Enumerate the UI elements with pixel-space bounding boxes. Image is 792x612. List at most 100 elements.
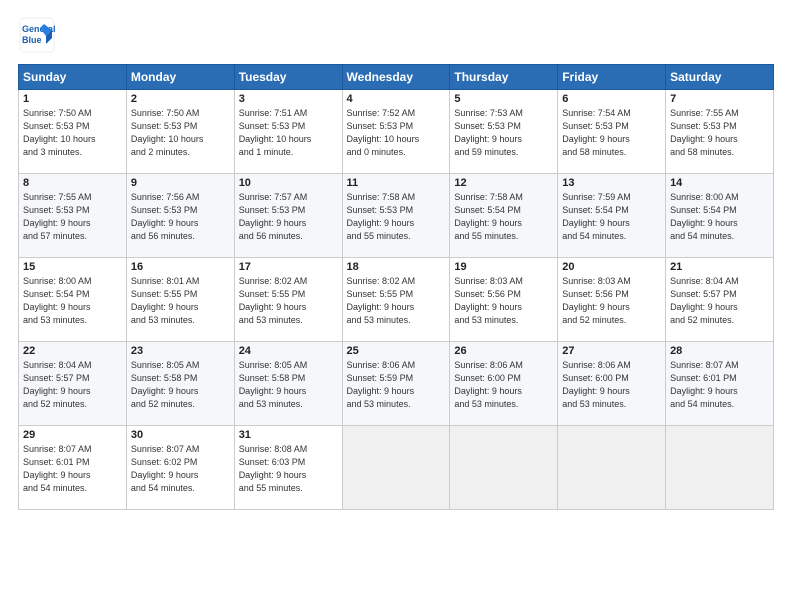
calendar-cell: 28 Sunrise: 8:07 AM Sunset: 6:01 PM Dayli… (666, 342, 774, 426)
day-info: Sunrise: 8:04 AM Sunset: 5:57 PM Dayligh… (670, 275, 769, 327)
day-info: Sunrise: 8:07 AM Sunset: 6:02 PM Dayligh… (131, 443, 230, 495)
day-number: 2 (131, 93, 230, 105)
day-number: 20 (562, 261, 661, 273)
calendar-week-1: 1 Sunrise: 7:50 AM Sunset: 5:53 PM Daylig… (19, 90, 774, 174)
day-number: 26 (454, 345, 553, 357)
day-number: 17 (239, 261, 338, 273)
day-info: Sunrise: 7:58 AM Sunset: 5:53 PM Dayligh… (347, 191, 446, 243)
day-info: Sunrise: 7:59 AM Sunset: 5:54 PM Dayligh… (562, 191, 661, 243)
day-number: 12 (454, 177, 553, 189)
day-info: Sunrise: 8:05 AM Sunset: 5:58 PM Dayligh… (239, 359, 338, 411)
day-number: 6 (562, 93, 661, 105)
calendar-cell: 31 Sunrise: 8:08 AM Sunset: 6:03 PM Dayli… (234, 426, 342, 510)
day-number: 25 (347, 345, 446, 357)
day-number: 28 (670, 345, 769, 357)
day-number: 29 (23, 429, 122, 441)
day-info: Sunrise: 8:00 AM Sunset: 5:54 PM Dayligh… (670, 191, 769, 243)
calendar-cell: 16 Sunrise: 8:01 AM Sunset: 5:55 PM Dayli… (126, 258, 234, 342)
day-number: 14 (670, 177, 769, 189)
calendar-cell: 15Sunrise: 8:00 AM Sunset: 5:54 PM Dayli… (19, 258, 127, 342)
day-info: Sunrise: 7:58 AM Sunset: 5:54 PM Dayligh… (454, 191, 553, 243)
calendar-week-5: 29 Sunrise: 8:07 AM Sunset: 6:01 PM Dayli… (19, 426, 774, 510)
day-number: 7 (670, 93, 769, 105)
weekday-header-friday: Friday (558, 65, 666, 90)
calendar-cell: 9 Sunrise: 7:56 AM Sunset: 5:53 PM Daylig… (126, 174, 234, 258)
calendar-table: SundayMondayTuesdayWednesdayThursdayFrid… (18, 64, 774, 510)
day-number: 10 (239, 177, 338, 189)
day-info: Sunrise: 8:03 AM Sunset: 5:56 PM Dayligh… (454, 275, 553, 327)
day-number: 11 (347, 177, 446, 189)
day-number: 5 (454, 93, 553, 105)
day-number: 21 (670, 261, 769, 273)
day-info: Sunrise: 8:02 AM Sunset: 5:55 PM Dayligh… (239, 275, 338, 327)
day-info: Sunrise: 8:08 AM Sunset: 6:03 PM Dayligh… (239, 443, 338, 495)
day-info: Sunrise: 8:01 AM Sunset: 5:55 PM Dayligh… (131, 275, 230, 327)
day-info: Sunrise: 7:52 AM Sunset: 5:53 PM Dayligh… (347, 107, 446, 159)
day-number: 27 (562, 345, 661, 357)
calendar-week-2: 8Sunrise: 7:55 AM Sunset: 5:53 PM Daylig… (19, 174, 774, 258)
calendar-cell: 25 Sunrise: 8:06 AM Sunset: 5:59 PM Dayli… (342, 342, 450, 426)
calendar-cell: 10 Sunrise: 7:57 AM Sunset: 5:53 PM Dayli… (234, 174, 342, 258)
day-number: 19 (454, 261, 553, 273)
day-info: Sunrise: 7:55 AM Sunset: 5:53 PM Dayligh… (670, 107, 769, 159)
day-number: 23 (131, 345, 230, 357)
day-number: 3 (239, 93, 338, 105)
day-number: 4 (347, 93, 446, 105)
calendar-cell: 24 Sunrise: 8:05 AM Sunset: 5:58 PM Dayli… (234, 342, 342, 426)
day-info: Sunrise: 8:07 AM Sunset: 6:01 PM Dayligh… (670, 359, 769, 411)
calendar-cell: 7 Sunrise: 7:55 AM Sunset: 5:53 PM Daylig… (666, 90, 774, 174)
calendar-week-3: 15Sunrise: 8:00 AM Sunset: 5:54 PM Dayli… (19, 258, 774, 342)
calendar-cell: 21 Sunrise: 8:04 AM Sunset: 5:57 PM Dayli… (666, 258, 774, 342)
day-info: Sunrise: 7:57 AM Sunset: 5:53 PM Dayligh… (239, 191, 338, 243)
calendar-cell: 2 Sunrise: 7:50 AM Sunset: 5:53 PM Daylig… (126, 90, 234, 174)
calendar-cell: 18Sunrise: 8:02 AM Sunset: 5:55 PM Dayli… (342, 258, 450, 342)
day-info: Sunrise: 8:05 AM Sunset: 5:58 PM Dayligh… (131, 359, 230, 411)
day-number: 1 (23, 93, 122, 105)
calendar-cell: 17 Sunrise: 8:02 AM Sunset: 5:55 PM Dayli… (234, 258, 342, 342)
logo: General Blue (18, 16, 56, 54)
day-number: 9 (131, 177, 230, 189)
calendar-cell: 11 Sunrise: 7:58 AM Sunset: 5:53 PM Dayli… (342, 174, 450, 258)
calendar-cell: 13 Sunrise: 7:59 AM Sunset: 5:54 PM Dayli… (558, 174, 666, 258)
day-number: 30 (131, 429, 230, 441)
day-info: Sunrise: 8:07 AM Sunset: 6:01 PM Dayligh… (23, 443, 122, 495)
calendar-cell (666, 426, 774, 510)
day-info: Sunrise: 8:00 AM Sunset: 5:54 PM Dayligh… (23, 275, 122, 327)
calendar-cell: 19 Sunrise: 8:03 AM Sunset: 5:56 PM Dayli… (450, 258, 558, 342)
calendar-cell: 12 Sunrise: 7:58 AM Sunset: 5:54 PM Dayli… (450, 174, 558, 258)
day-info: Sunrise: 7:56 AM Sunset: 5:53 PM Dayligh… (131, 191, 230, 243)
calendar-cell: 1Sunrise: 7:50 AM Sunset: 5:53 PM Daylig… (19, 90, 127, 174)
calendar-cell: 14 Sunrise: 8:00 AM Sunset: 5:54 PM Dayli… (666, 174, 774, 258)
calendar-cell: 30 Sunrise: 8:07 AM Sunset: 6:02 PM Dayli… (126, 426, 234, 510)
logo-icon: General Blue (18, 16, 56, 54)
day-info: Sunrise: 7:53 AM Sunset: 5:53 PM Dayligh… (454, 107, 553, 159)
weekday-header-row: SundayMondayTuesdayWednesdayThursdayFrid… (19, 65, 774, 90)
calendar-body: 1 Sunrise: 7:50 AM Sunset: 5:53 PM Daylig… (19, 90, 774, 510)
calendar-cell (450, 426, 558, 510)
day-number: 31 (239, 429, 338, 441)
day-info: Sunrise: 8:06 AM Sunset: 5:59 PM Dayligh… (347, 359, 446, 411)
day-number: 22 (23, 345, 122, 357)
calendar-cell: 26Sunrise: 8:06 AM Sunset: 6:00 PM Dayli… (450, 342, 558, 426)
day-info: Sunrise: 7:50 AM Sunset: 5:53 PM Dayligh… (131, 107, 230, 159)
day-info: Sunrise: 8:03 AM Sunset: 5:56 PM Dayligh… (562, 275, 661, 327)
svg-text:Blue: Blue (22, 35, 42, 45)
day-info: Sunrise: 8:06 AM Sunset: 6:00 PM Dayligh… (562, 359, 661, 411)
weekday-header-thursday: Thursday (450, 65, 558, 90)
day-number: 16 (131, 261, 230, 273)
day-number: 13 (562, 177, 661, 189)
calendar-cell (558, 426, 666, 510)
weekday-header-saturday: Saturday (666, 65, 774, 90)
calendar-cell: 4 Sunrise: 7:52 AM Sunset: 5:53 PM Daylig… (342, 90, 450, 174)
calendar-cell: 20 Sunrise: 8:03 AM Sunset: 5:56 PM Dayli… (558, 258, 666, 342)
calendar-cell: 27 Sunrise: 8:06 AM Sunset: 6:00 PM Dayli… (558, 342, 666, 426)
day-info: Sunrise: 7:51 AM Sunset: 5:53 PM Dayligh… (239, 107, 338, 159)
calendar-cell: 3 Sunrise: 7:51 AM Sunset: 5:53 PM Daylig… (234, 90, 342, 174)
day-info: Sunrise: 8:04 AM Sunset: 5:57 PM Dayligh… (23, 359, 122, 411)
day-number: 8 (23, 177, 122, 189)
calendar-cell (342, 426, 450, 510)
header: General Blue (18, 16, 774, 54)
weekday-header-tuesday: Tuesday (234, 65, 342, 90)
weekday-header-wednesday: Wednesday (342, 65, 450, 90)
day-number: 24 (239, 345, 338, 357)
